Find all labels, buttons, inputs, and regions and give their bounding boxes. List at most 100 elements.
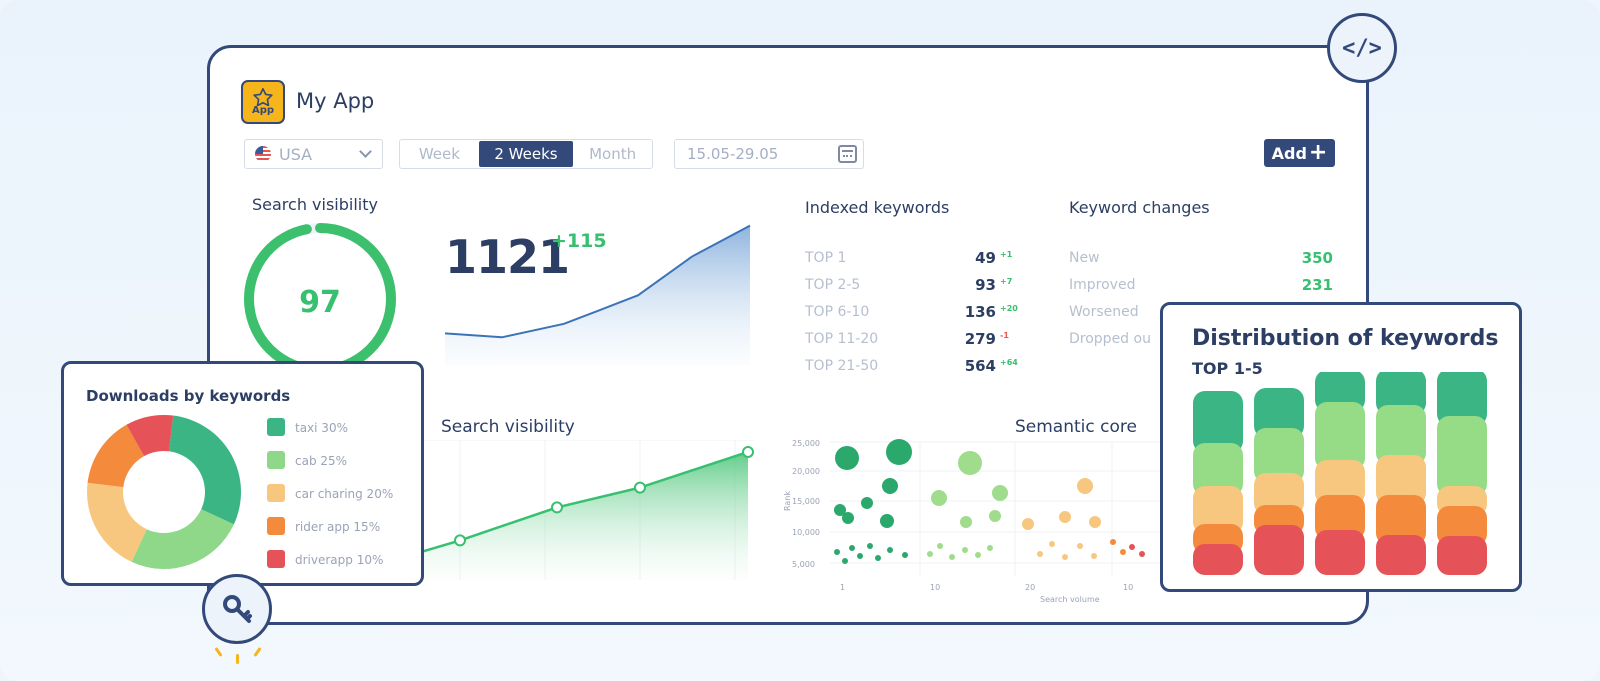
bar-segment: [1315, 402, 1365, 470]
indexed-row-delta: +1: [1000, 250, 1013, 259]
downloads-donut-chart: [86, 415, 241, 569]
date-range-value: 15.05-29.05: [687, 145, 779, 163]
code-icon: </>: [1342, 35, 1382, 61]
y-tick: 25,000: [792, 439, 820, 448]
legend-swatch: [267, 550, 285, 568]
chevron-down-icon: [359, 145, 372, 158]
x-axis-label: Search volume: [1040, 595, 1100, 604]
bubble: [861, 497, 873, 509]
y-tick: 15,000: [792, 497, 820, 506]
indexed-row-label: TOP 2-5: [805, 277, 861, 293]
indexed-row-label: TOP 6-10: [805, 304, 870, 320]
indexed-row-label: TOP 11-20: [805, 331, 879, 347]
legend-swatch: [267, 451, 285, 469]
date-range-input[interactable]: 15.05-29.05: [674, 139, 864, 169]
bubble: [958, 451, 982, 475]
tab-2-weeks[interactable]: 2 Weeks: [478, 141, 574, 167]
indexed-row-delta: +20: [1000, 304, 1018, 313]
y-tick: 10,000: [792, 528, 820, 537]
bubble: [1077, 478, 1093, 494]
key-icon: [223, 595, 252, 623]
indexed-row-value: 49: [975, 249, 996, 267]
x-tick: 1: [840, 583, 845, 592]
x-tick: 20: [1025, 583, 1035, 592]
search-visibility-title: Search visibility: [252, 195, 378, 214]
indexed-row-label: TOP 1: [805, 250, 847, 266]
legend-label: rider app 15%: [295, 520, 381, 534]
visibility-point: [742, 445, 754, 458]
indexed-row-delta: +7: [1000, 277, 1013, 286]
calendar-icon[interactable]: [838, 145, 857, 163]
donut-slice: [131, 509, 234, 569]
bar-segment: [1376, 535, 1426, 575]
bubble: [886, 439, 912, 465]
bar-segment: [1254, 525, 1304, 575]
keyword-changes-title: Keyword changes: [1069, 198, 1210, 217]
tab-week[interactable]: Week: [400, 140, 479, 168]
us-flag-icon: [255, 146, 271, 162]
visibility-point: [454, 534, 466, 547]
legend-swatch: [267, 484, 285, 502]
app-icon-tag: App: [251, 105, 275, 116]
semantic-core-chart: Rank 25,000 20,000 15,000 10,000 5,000 1…: [783, 439, 1160, 604]
indexed-row-value: 279: [964, 330, 996, 348]
trend-area: [445, 225, 750, 365]
plus-icon: +: [1308, 140, 1328, 165]
bar-segment: [1437, 416, 1487, 496]
bubble: [931, 490, 947, 506]
x-tick: 10: [930, 583, 940, 592]
visibility-area-chart: [380, 440, 755, 580]
distribution-stacked-bars: [1193, 372, 1487, 575]
downloads-title: Downloads by keywords: [86, 387, 291, 405]
light-ray: [236, 654, 239, 664]
distribution-title: Distribution of keywords: [1192, 326, 1499, 351]
country-select[interactable]: USA: [244, 139, 383, 169]
visibility-score: 97: [299, 285, 341, 320]
change-row-value: 350: [1301, 249, 1333, 267]
change-row-label: Improved: [1069, 277, 1136, 293]
bubble: [1022, 518, 1034, 530]
bubble: [1089, 516, 1101, 528]
visibility-trend-chart: [445, 224, 751, 365]
bubble: [842, 512, 854, 524]
tab-month[interactable]: Month: [573, 140, 652, 168]
code-badge: </>: [1327, 13, 1397, 83]
change-row-label: Worsened: [1069, 304, 1139, 320]
bubble: [882, 478, 898, 494]
bubble: [960, 516, 972, 528]
visibility-point: [634, 481, 646, 494]
bar-segment: [1315, 530, 1365, 575]
app-title: My App: [296, 89, 375, 113]
indexed-row-label: TOP 21-50: [805, 358, 879, 374]
change-row-value: 231: [1301, 276, 1333, 294]
bubble: [880, 514, 894, 528]
y-axis-label: Rank: [783, 491, 792, 511]
country-value: USA: [279, 144, 313, 164]
visibility-point: [551, 501, 563, 514]
bar-segment: [1193, 544, 1243, 575]
indexed-keywords-title: Indexed keywords: [805, 198, 950, 217]
indexed-row-value: 136: [964, 303, 996, 321]
legend-swatch: [267, 418, 285, 436]
change-row-label: Dropped ou: [1069, 331, 1151, 347]
visibility-score-ring: 97: [244, 223, 396, 375]
star-icon: [253, 88, 273, 106]
legend-swatch: [267, 517, 285, 535]
app-icon: App: [241, 80, 285, 124]
add-button[interactable]: Add +: [1264, 139, 1335, 167]
y-tick: 20,000: [792, 467, 820, 476]
legend-label: cab 25%: [295, 454, 348, 468]
indexed-row-value: 93: [975, 276, 996, 294]
indexed-row-delta: -1: [1000, 331, 1009, 340]
y-tick: 5,000: [792, 560, 815, 569]
legend-label: driverapp 10%: [295, 553, 384, 567]
period-tabs: Week 2 Weeks Month: [399, 139, 653, 169]
x-tick: 10: [1123, 583, 1133, 592]
bar-segment: [1437, 536, 1487, 575]
indexed-row-delta: +64: [1000, 358, 1018, 367]
bubble: [1059, 511, 1071, 523]
visibility-chart-title: Search visibility: [441, 417, 575, 437]
donut-slice: [168, 415, 241, 525]
legend-label: taxi 30%: [295, 421, 348, 435]
bubble: [992, 485, 1008, 501]
